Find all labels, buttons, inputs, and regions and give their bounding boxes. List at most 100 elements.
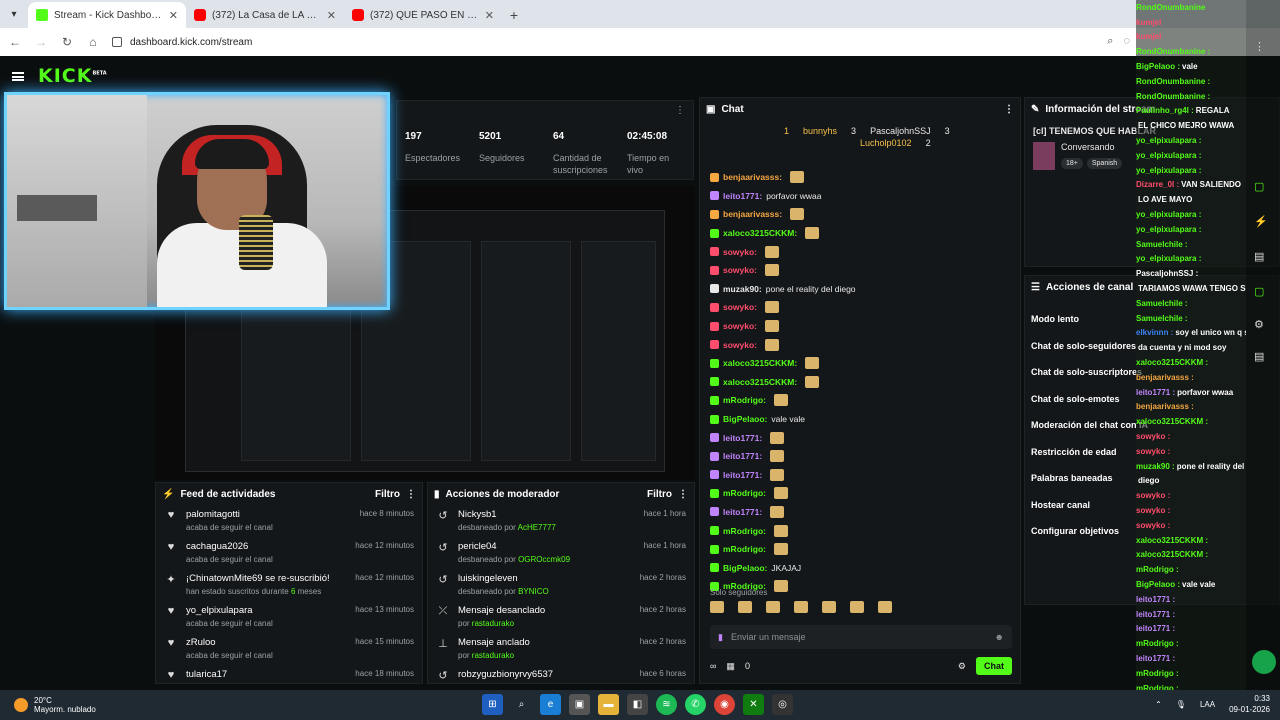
feed-user[interactable]: tularica17 — [186, 669, 347, 679]
more-options-icon[interactable]: ⋮ — [675, 105, 685, 116]
chat-username[interactable]: mRodrigo: — [723, 526, 766, 536]
search-icon[interactable]: ⌕ — [511, 694, 532, 715]
gifter-name[interactable]: PascaljohnSSJ — [870, 126, 931, 136]
site-info-icon[interactable] — [112, 37, 122, 47]
chat-username[interactable]: sowyko: — [723, 265, 757, 275]
url-field[interactable]: dashboard.kick.com/stream — [112, 37, 252, 48]
chat-username[interactable]: leito1771: — [723, 470, 762, 480]
mod-target[interactable]: Mensaje desanclado — [458, 605, 632, 616]
mod-target[interactable]: luiskingeleven — [458, 573, 632, 584]
emote-icon[interactable] — [878, 601, 892, 613]
chevron-up-icon[interactable]: ⌃ — [1155, 700, 1162, 709]
menu-icon[interactable] — [12, 71, 24, 81]
obs-icon[interactable]: ◎ — [772, 694, 793, 715]
chat-username[interactable]: BigPelaoo: — [723, 414, 767, 424]
chat-username[interactable]: xaloco3215CKKM: — [723, 228, 797, 238]
chat-username[interactable]: benjaarivasss: — [723, 172, 782, 182]
feed-user[interactable]: zRuloo — [186, 637, 347, 648]
emote-icon[interactable] — [766, 601, 780, 613]
gift-icon[interactable]: ▦ — [726, 661, 735, 672]
chat-username[interactable]: xaloco3215CKKM: — [723, 358, 797, 368]
close-tab-icon[interactable]: ✕ — [327, 9, 336, 22]
kick-logo[interactable]: KICKBETA — [38, 65, 107, 87]
mod-target[interactable]: pericle04 — [458, 541, 636, 552]
overlay-username: BigPelaoo : — [1136, 579, 1181, 589]
reload-icon[interactable]: ↻ — [60, 35, 74, 49]
close-tab-icon[interactable]: ✕ — [169, 9, 178, 22]
mod-target[interactable]: Nickysb1 — [458, 509, 636, 520]
chat-username[interactable]: mRodrigo: — [723, 395, 766, 405]
more-options-icon[interactable]: ⋮ — [678, 489, 688, 500]
windows-start-icon[interactable]: ⊞ — [482, 694, 503, 715]
emote-icon[interactable] — [850, 601, 864, 613]
feed-filter-button[interactable]: Filtro — [375, 489, 400, 500]
forward-icon[interactable]: → — [34, 35, 48, 49]
spotify-icon[interactable]: ≋ — [656, 694, 677, 715]
chat-username[interactable]: muzak90: — [723, 284, 762, 294]
more-options-icon[interactable]: ⋮ — [1254, 40, 1265, 53]
toolbar-icon[interactable]: ⚡ — [1254, 215, 1268, 228]
chat-username[interactable]: leito1771: — [723, 451, 762, 461]
folder-icon[interactable]: ▬ — [598, 694, 619, 715]
more-options-icon[interactable]: ⋮ — [1004, 104, 1014, 115]
stat-value: 02:45:08 — [627, 131, 668, 142]
edge-icon[interactable]: e — [540, 694, 561, 715]
mod-target[interactable]: Mensaje anclado — [458, 637, 632, 648]
tab-youtube-1[interactable]: (372) La Casa de LA QUINTRAL ✕ — [186, 2, 344, 28]
mod-target[interactable]: robzyguzbionyrvy6537 — [458, 669, 632, 679]
moderator-filter-button[interactable]: Filtro — [647, 489, 672, 500]
chat-username[interactable]: sowyko: — [723, 302, 757, 312]
weather-widget[interactable]: 20°C Mayorm. nublado — [0, 696, 200, 714]
emote-icon[interactable] — [794, 601, 808, 613]
more-options-icon[interactable]: ⋮ — [406, 489, 416, 500]
back-icon[interactable]: ← — [8, 35, 22, 49]
new-tab-button[interactable]: + — [502, 2, 526, 28]
toolbar-icon[interactable]: ⚙ — [1254, 318, 1264, 331]
clock[interactable]: 0:33 09-01-2026 — [1229, 693, 1270, 715]
close-tab-icon[interactable]: ✕ — [485, 9, 494, 22]
language-indicator[interactable]: LAA — [1200, 700, 1215, 709]
chat-username[interactable]: leito1771: — [723, 191, 762, 201]
home-icon[interactable]: ⌂ — [86, 35, 100, 49]
chat-username[interactable]: leito1771: — [723, 507, 762, 517]
xbox-icon[interactable]: ✕ — [743, 694, 764, 715]
feed-user[interactable]: cachagua2026 — [186, 541, 347, 552]
zoom-icon[interactable]: ⌕ — [1107, 35, 1113, 48]
emote-icon[interactable] — [822, 601, 836, 613]
toolbar-icon[interactable]: ▢ — [1254, 180, 1264, 193]
chat-username[interactable]: sowyko: — [723, 247, 757, 257]
toolbar-icon[interactable]: ▤ — [1254, 350, 1264, 363]
chat-username[interactable]: leito1771: — [723, 433, 762, 443]
toolbar-icon[interactable]: ▢ — [1254, 285, 1264, 298]
support-icon[interactable] — [1252, 650, 1276, 674]
eye-off-icon[interactable]: ◌ — [1123, 35, 1130, 48]
emoji-icon[interactable]: ☻ — [995, 632, 1004, 642]
chrome-icon[interactable]: ◉ — [714, 694, 735, 715]
send-chat-button[interactable]: Chat — [976, 657, 1012, 675]
gifter-name[interactable]: bunnyhs — [803, 126, 837, 136]
tab-search-icon[interactable]: ▾ — [0, 0, 28, 28]
store-icon[interactable]: ▣ — [569, 694, 590, 715]
tab-kick-dashboard[interactable]: Stream - Kick Dashboard ✕ — [28, 2, 186, 28]
chat-username[interactable]: BigPelaoo: — [723, 563, 767, 573]
feed-user[interactable]: yo_elpixulapara — [186, 605, 347, 616]
toolbar-icon[interactable]: ▤ — [1254, 250, 1264, 263]
chat-username[interactable]: sowyko: — [723, 321, 757, 331]
chat-username[interactable]: xaloco3215CKKM: — [723, 377, 797, 387]
tab-youtube-2[interactable]: (372) QUÉ PASÓ EN KICKCHILE ✕ — [344, 2, 502, 28]
chat-username[interactable]: sowyko: — [723, 340, 757, 350]
chat-input[interactable]: ▮ Enviar un mensaje ☻ — [710, 625, 1012, 649]
chat-username[interactable]: mRodrigo: — [723, 488, 766, 498]
emote-icon[interactable] — [738, 601, 752, 613]
chat-username[interactable]: benjaarivasss: — [723, 209, 782, 219]
whatsapp-icon[interactable]: ✆ — [685, 694, 706, 715]
chat-username[interactable]: mRodrigo: — [723, 544, 766, 554]
gifter-name[interactable]: Lucholp0102 — [860, 138, 912, 148]
feed-user[interactable]: ¡ChinatownMite69 se re-suscribió! — [186, 573, 347, 584]
emote-icon[interactable] — [710, 601, 724, 613]
heart-icon: ♥ — [167, 669, 175, 679]
settings-icon[interactable]: ⚙ — [958, 661, 966, 672]
app-icon[interactable]: ◧ — [627, 694, 648, 715]
microphone-icon[interactable]: 🎙 — [1176, 700, 1186, 709]
feed-user[interactable]: palomitagotti — [186, 509, 352, 520]
